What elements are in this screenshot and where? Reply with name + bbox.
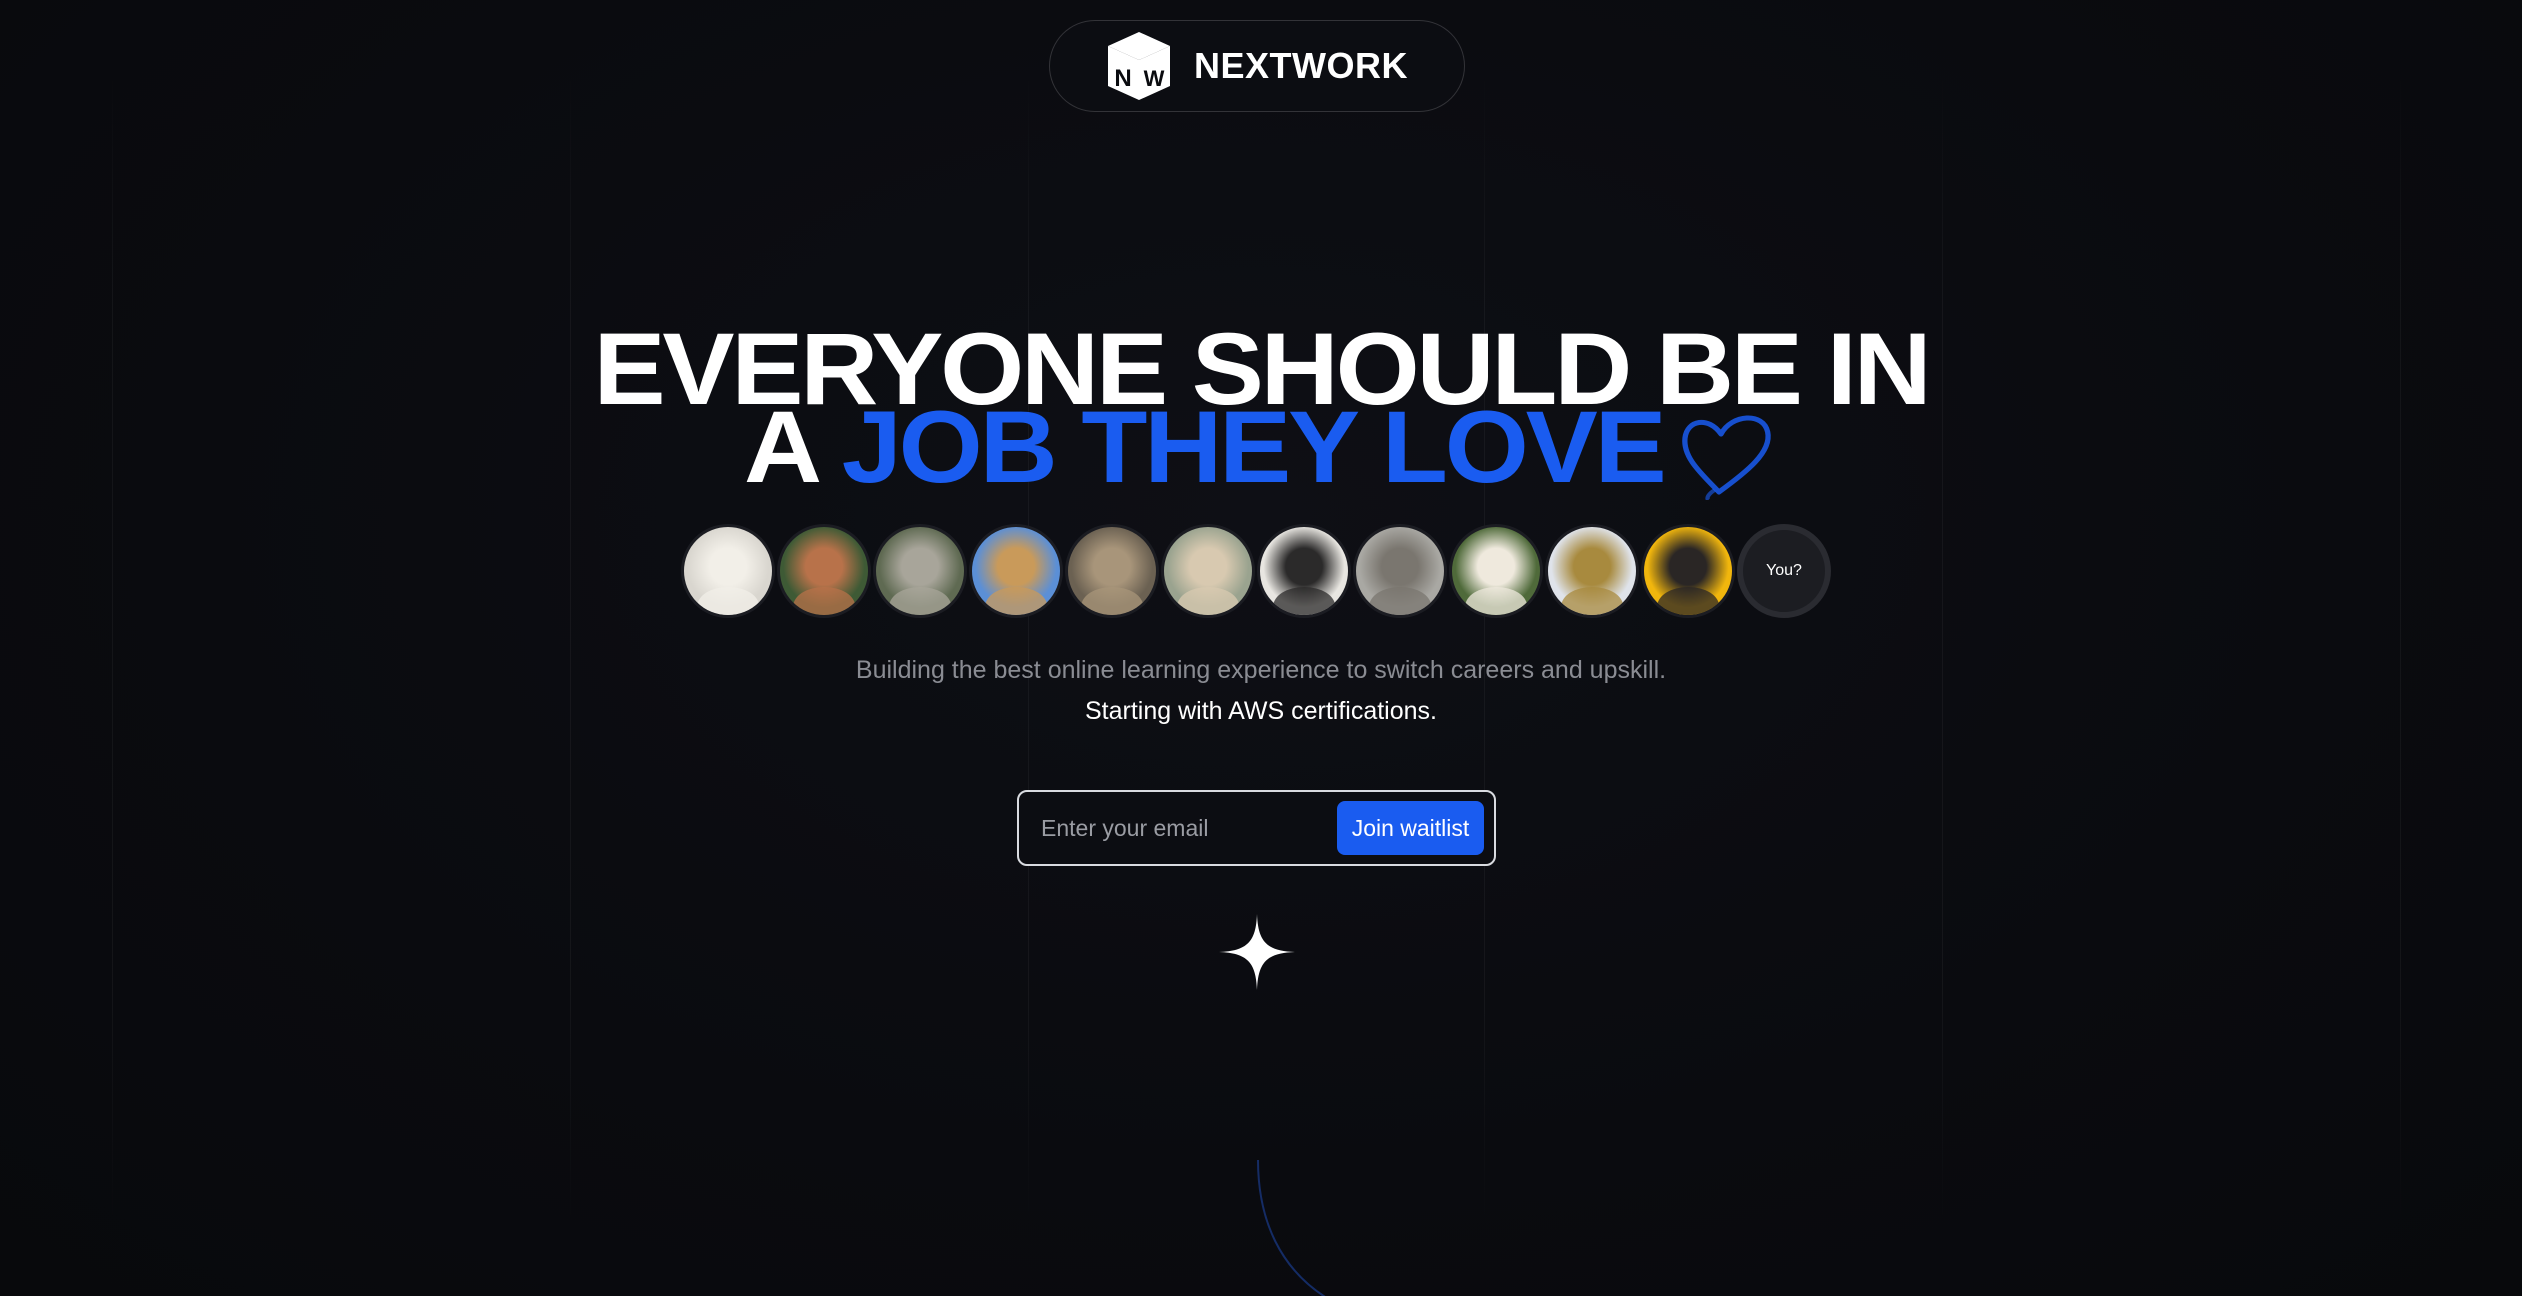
- avatar-body: [1465, 586, 1527, 615]
- headline-line-2: A JOB THEY LOVE: [0, 396, 2522, 500]
- avatar-body: [1657, 586, 1719, 615]
- subtitle: Building the best online learning experi…: [855, 656, 1667, 684]
- avatar-body: [1177, 586, 1239, 615]
- brand-logo-link[interactable]: N W NEXTWORK: [1049, 20, 1465, 112]
- grid-line: [1942, 70, 1943, 1226]
- grid-line: [2400, 70, 2401, 1226]
- nextwork-cube-icon: N W: [1108, 32, 1170, 100]
- avatar-1: [681, 524, 775, 618]
- subtitle-strong: Starting with AWS certifications.: [1085, 697, 1437, 725]
- avatar-body: [1369, 586, 1431, 615]
- avatar-body: [985, 586, 1047, 615]
- decorative-arc: [1257, 1160, 1326, 1296]
- avatar-3: [873, 524, 967, 618]
- avatar-body: [1273, 586, 1335, 615]
- avatar-4: [969, 524, 1063, 618]
- avatar-7: [1257, 524, 1351, 618]
- logo-letter-n: N: [1114, 65, 1131, 92]
- headline-prefix: A: [743, 390, 842, 504]
- sparkle-icon: [1219, 914, 1295, 990]
- avatar-5: [1065, 524, 1159, 618]
- grid-line: [1484, 70, 1485, 1226]
- avatar-you: You?: [1737, 524, 1831, 618]
- grid-line: [570, 70, 571, 1226]
- avatar-6: [1161, 524, 1255, 618]
- headline-accent: JOB THEY LOVE: [841, 390, 1667, 504]
- avatar-body: [1081, 586, 1143, 615]
- avatar-8: [1353, 524, 1447, 618]
- avatar-11: [1641, 524, 1735, 618]
- brand-name: NEXTWORK: [1194, 45, 1408, 86]
- email-input[interactable]: [1041, 814, 1337, 842]
- avatar-9: [1449, 524, 1543, 618]
- grid-line: [112, 70, 113, 1226]
- avatar-body: [889, 586, 951, 615]
- avatar-row: You?: [681, 524, 1831, 618]
- logo-letter-w: W: [1144, 66, 1165, 91]
- avatar-10: [1545, 524, 1639, 618]
- avatar-body: [793, 586, 855, 615]
- avatar-body: [697, 586, 759, 615]
- waitlist-form: Join waitlist: [1017, 790, 1496, 866]
- avatar-2: [777, 524, 871, 618]
- hero-headline: EVERYONE SHOULD BE IN A JOB THEY LOVE: [0, 318, 2522, 500]
- grid-line: [1028, 70, 1029, 1226]
- join-waitlist-button[interactable]: Join waitlist: [1337, 801, 1484, 855]
- avatar-body: [1561, 586, 1623, 615]
- heart-icon: [1682, 415, 1771, 500]
- landing-page: N W NEXTWORK EVERYONE SHOULD BE IN A JOB…: [0, 0, 2522, 1296]
